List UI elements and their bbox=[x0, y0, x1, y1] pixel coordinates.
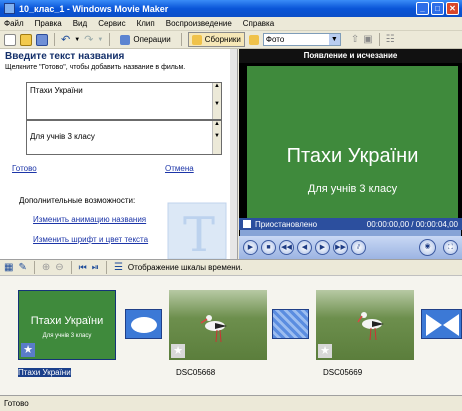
transition-bowtie-icon bbox=[426, 314, 459, 336]
clip-label-title[interactable]: Птахи України bbox=[18, 368, 71, 377]
clip-label-dsc05669[interactable]: DSC05669 bbox=[323, 368, 362, 377]
status-bar: Готово bbox=[0, 395, 462, 411]
stop-button[interactable]: ■ bbox=[261, 240, 276, 255]
maximize-button[interactable]: □ bbox=[431, 2, 444, 15]
views-icon[interactable]: ☷ bbox=[386, 34, 395, 45]
effect-star-icon[interactable]: ★ bbox=[318, 344, 332, 358]
split-clip-button[interactable]: ⫽ bbox=[351, 240, 366, 255]
movie-maker-icon bbox=[4, 3, 15, 14]
title-line2-value: Для учнів 3 класу bbox=[30, 132, 95, 141]
playback-time: 00:00:00,00 / 00:00:04,00 bbox=[366, 219, 458, 229]
cancel-link[interactable]: Отмена bbox=[165, 164, 194, 173]
textbox-scrollbar[interactable]: ▲ ▼ bbox=[212, 121, 221, 154]
narrate-icon[interactable]: ✎ bbox=[18, 262, 26, 273]
undo-dropdown-icon[interactable]: ▼ bbox=[74, 37, 80, 43]
preview-subtitle-text: Для учнів 3 класу bbox=[307, 183, 398, 195]
title-watermark-icon: T bbox=[167, 202, 227, 259]
transition-slot[interactable] bbox=[125, 309, 162, 339]
transition-ellipse-icon bbox=[131, 317, 157, 333]
menu-file[interactable]: Файл bbox=[4, 19, 24, 28]
title-bar: 10_клас_1 - Windows Movie Maker _ □ ✕ bbox=[0, 0, 462, 17]
menu-view[interactable]: Вид bbox=[73, 19, 87, 28]
menu-help[interactable]: Справка bbox=[243, 19, 274, 28]
collection-folder-icon bbox=[248, 34, 259, 45]
clip-title[interactable]: Птахи України Для учнів 3 класу ★ bbox=[18, 290, 116, 360]
timeline-toggle-icon[interactable]: ☰ bbox=[114, 262, 123, 273]
menu-edit[interactable]: Правка bbox=[35, 19, 62, 28]
close-button[interactable]: ✕ bbox=[446, 2, 459, 15]
redo-icon[interactable]: ↷ bbox=[84, 33, 93, 46]
zoom-out-icon[interactable]: ⊖ bbox=[55, 262, 63, 273]
toolbar: ↶ ▼ ↷ ▼ Операции Сборники Фото ▼ ⇧ ▣ ☷ bbox=[0, 31, 462, 49]
task-pane-scrollbar[interactable] bbox=[230, 49, 237, 259]
more-options-label: Дополнительные возможности: bbox=[19, 196, 136, 205]
menu-clip[interactable]: Клип bbox=[137, 19, 155, 28]
collection-select-value: Фото bbox=[265, 35, 285, 44]
operations-button[interactable]: Операции bbox=[116, 32, 174, 47]
collection-up-icon[interactable]: ⇧ bbox=[351, 34, 359, 45]
title-task-pane: Введите текст названия Щелкните "Готово"… bbox=[0, 49, 238, 259]
window-title: 10_клас_1 - Windows Movie Maker bbox=[19, 3, 169, 14]
zoom-in-icon[interactable]: ⊕ bbox=[42, 262, 50, 273]
effect-star-icon[interactable]: ★ bbox=[171, 344, 185, 358]
rewind-button[interactable]: ◀ bbox=[297, 240, 312, 255]
title-line1-field[interactable]: Птахи України ▲ ▼ bbox=[26, 82, 222, 120]
forward-button[interactable]: ▶ bbox=[315, 240, 330, 255]
task-header: Введите текст названия bbox=[5, 51, 125, 62]
redo-dropdown-icon[interactable]: ▼ bbox=[97, 37, 103, 43]
next-frame-button[interactable]: ▶▶ bbox=[333, 240, 348, 255]
effect-star-icon[interactable]: ★ bbox=[21, 343, 35, 357]
change-font-link[interactable]: Изменить шрифт и цвет текста bbox=[33, 235, 148, 244]
storyboard-toolbar: ▦ ✎ ⊕ ⊖ ⏮ ⏯ ☰ Отображение шкалы времени. bbox=[0, 259, 462, 275]
collection-new-icon[interactable]: ▣ bbox=[363, 34, 372, 45]
save-project-icon[interactable] bbox=[36, 33, 48, 46]
title-line2-field[interactable]: Для учнів 3 класу ▲ ▼ bbox=[26, 120, 222, 155]
play-button[interactable]: ▶ bbox=[243, 240, 258, 255]
collections-icon bbox=[191, 34, 202, 45]
playback-controls: ▶ ■ ◀◀ ◀ ▶ ▶▶ ⫽ ◉ ⛶ bbox=[239, 236, 462, 259]
done-link[interactable]: Готово bbox=[12, 164, 37, 173]
collections-label: Сборники bbox=[204, 35, 241, 44]
undo-icon[interactable]: ↶ bbox=[61, 33, 70, 46]
timeline-toggle-label[interactable]: Отображение шкалы времени. bbox=[128, 263, 242, 272]
operations-label: Операции bbox=[133, 35, 171, 44]
collections-button[interactable]: Сборники bbox=[187, 32, 245, 47]
clip-title-text: Птахи України bbox=[30, 315, 104, 327]
transition-slot[interactable] bbox=[421, 309, 462, 339]
play-storyboard-icon[interactable]: ⏯ bbox=[92, 262, 99, 273]
previous-frame-button[interactable]: ◀◀ bbox=[279, 240, 294, 255]
task-hint: Щелкните "Готово", чтобы добавить назван… bbox=[5, 64, 186, 71]
minimize-button[interactable]: _ bbox=[416, 2, 429, 15]
menu-tools[interactable]: Сервис bbox=[98, 19, 125, 28]
clip-dsc05668[interactable]: ★ bbox=[169, 290, 267, 360]
textbox-scrollbar[interactable]: ▲ ▼ bbox=[212, 83, 221, 119]
chevron-down-icon[interactable]: ▼ bbox=[328, 34, 340, 45]
rewind-storyboard-icon[interactable]: ⏮ bbox=[79, 262, 87, 273]
title-line1-value: Птахи України bbox=[30, 86, 83, 95]
clip-dsc05669[interactable]: ★ bbox=[316, 290, 414, 360]
clip-title-subtext: Для учнів 3 класу bbox=[42, 333, 92, 339]
preview-effect-title: Появление и исчезание bbox=[239, 49, 462, 63]
film-icon bbox=[243, 220, 251, 228]
fullscreen-button[interactable]: ⛶ bbox=[443, 240, 458, 255]
clip-label-dsc05668[interactable]: DSC05668 bbox=[176, 368, 215, 377]
change-animation-link[interactable]: Изменить анимацию названия bbox=[33, 215, 146, 224]
transition-slot[interactable] bbox=[272, 309, 309, 339]
snapshot-button[interactable]: ◉ bbox=[419, 239, 436, 256]
menu-play[interactable]: Воспроизведение bbox=[166, 19, 232, 28]
storyboard-icon[interactable]: ▦ bbox=[4, 262, 13, 273]
collection-select[interactable]: Фото ▼ bbox=[262, 33, 341, 46]
playback-status: Приостановлено 00:00:00,00 / 00:00:04,00 bbox=[239, 218, 462, 230]
new-project-icon[interactable] bbox=[4, 33, 16, 46]
preview-title-text: Птахи України bbox=[286, 145, 419, 167]
open-project-icon[interactable] bbox=[20, 33, 32, 46]
storyboard: Птахи України Для учнів 3 класу ★ ★ ★ Пт… bbox=[0, 275, 462, 395]
operations-icon bbox=[120, 34, 131, 45]
menu-bar: Файл Правка Вид Сервис Клип Воспроизведе… bbox=[0, 17, 462, 31]
svg-text:T: T bbox=[183, 207, 215, 259]
playback-state: Приостановлено bbox=[255, 219, 318, 229]
